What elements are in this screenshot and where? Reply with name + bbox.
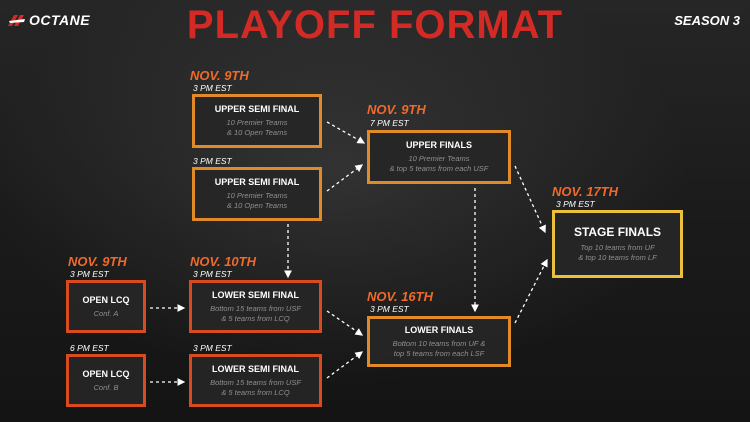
usf1-line2: & 10 Open Teams — [226, 128, 288, 137]
lcq-b-line1: Conf. B — [93, 382, 119, 392]
lf-time: 3 PM EST — [370, 304, 409, 314]
sf-title: STAGE FINALS — [573, 225, 662, 239]
arrow-lsf2-lf — [326, 351, 364, 379]
lf-date: NOV. 16TH — [367, 289, 433, 304]
usf2-title: UPPER SEMI FINAL — [214, 177, 300, 187]
lsf1-title: LOWER SEMI FINAL — [212, 289, 299, 300]
lsf1-line2: & 5 teams from LCQ — [221, 313, 290, 323]
upper-semi-final-1-box: UPPER SEMI FINAL 10 Premier Teams & 10 O… — [192, 94, 322, 148]
arrow-lsf1-lf — [326, 310, 364, 336]
lsf1-time: 3 PM EST — [193, 269, 232, 279]
lower-semi-final-1-box: LOWER SEMI FINAL Bottom 15 teams from US… — [189, 280, 322, 333]
uf-title: UPPER FINALS — [405, 140, 472, 150]
lf-title: LOWER FINALS — [404, 324, 474, 335]
open-lcq-a-box: OPEN LCQ Conf. A — [66, 280, 146, 333]
usf1-date: NOV. 9TH — [190, 68, 249, 83]
lcq-b-time: 6 PM EST — [70, 343, 109, 353]
usf1-line1: 10 Premier Teams — [226, 118, 288, 127]
usf1-time: 3 PM EST — [193, 83, 232, 93]
uf-date: NOV. 9TH — [367, 102, 426, 117]
lcq-b-title: OPEN LCQ — [82, 368, 130, 379]
lf-line2: top 5 teams from each LSF — [393, 348, 485, 358]
lsf-date: NOV. 10TH — [190, 254, 256, 269]
lower-semi-final-2-box: LOWER SEMI FINAL Bottom 15 teams from US… — [189, 354, 322, 407]
uf-line2: & top 5 teams from each USF — [389, 164, 489, 173]
lcq-a-time: 3 PM EST — [70, 269, 109, 279]
lcq-a-line1: Conf. A — [93, 308, 119, 318]
lcq-a-title: OPEN LCQ — [82, 294, 130, 305]
lsf2-line2: & 5 teams from LCQ — [221, 387, 290, 397]
sf-time: 3 PM EST — [556, 199, 595, 209]
lf-line1: Bottom 10 teams from UF & — [392, 338, 486, 348]
upper-semi-final-2-box: UPPER SEMI FINAL 10 Premier Teams & 10 O… — [192, 167, 322, 221]
stage-finals-box: STAGE FINALS Top 10 teams from UF & top … — [552, 210, 683, 278]
upper-finals-box: UPPER FINALS 10 Premier Teams & top 5 te… — [367, 130, 511, 184]
arrow-lf-sf — [514, 258, 548, 324]
lsf2-title: LOWER SEMI FINAL — [212, 363, 299, 374]
usf2-line1: 10 Premier Teams — [226, 191, 288, 200]
arrow-usf2-uf — [326, 164, 364, 192]
lcq-date: NOV. 9TH — [68, 254, 127, 269]
lower-finals-box: LOWER FINALS Bottom 10 teams from UF & t… — [367, 316, 511, 367]
sf-line1: Top 10 teams from UF — [580, 243, 655, 252]
sf-date: NOV. 17TH — [552, 184, 618, 199]
sf-line2: & top 10 teams from LF — [578, 253, 657, 262]
uf-line1: 10 Premier Teams — [408, 154, 470, 163]
arrow-uf-sf — [514, 165, 546, 234]
open-lcq-b-box: OPEN LCQ Conf. B — [66, 354, 146, 407]
usf2-time: 3 PM EST — [193, 156, 232, 166]
lsf2-line1: Bottom 15 teams from USF — [210, 377, 301, 387]
usf1-title: UPPER SEMI FINAL — [214, 104, 300, 114]
arrow-usf1-uf — [326, 121, 366, 144]
uf-time: 7 PM EST — [370, 118, 409, 128]
usf2-line2: & 10 Open Teams — [226, 201, 288, 210]
lsf2-time: 3 PM EST — [193, 343, 232, 353]
lsf1-line1: Bottom 15 teams from USF — [210, 303, 301, 313]
